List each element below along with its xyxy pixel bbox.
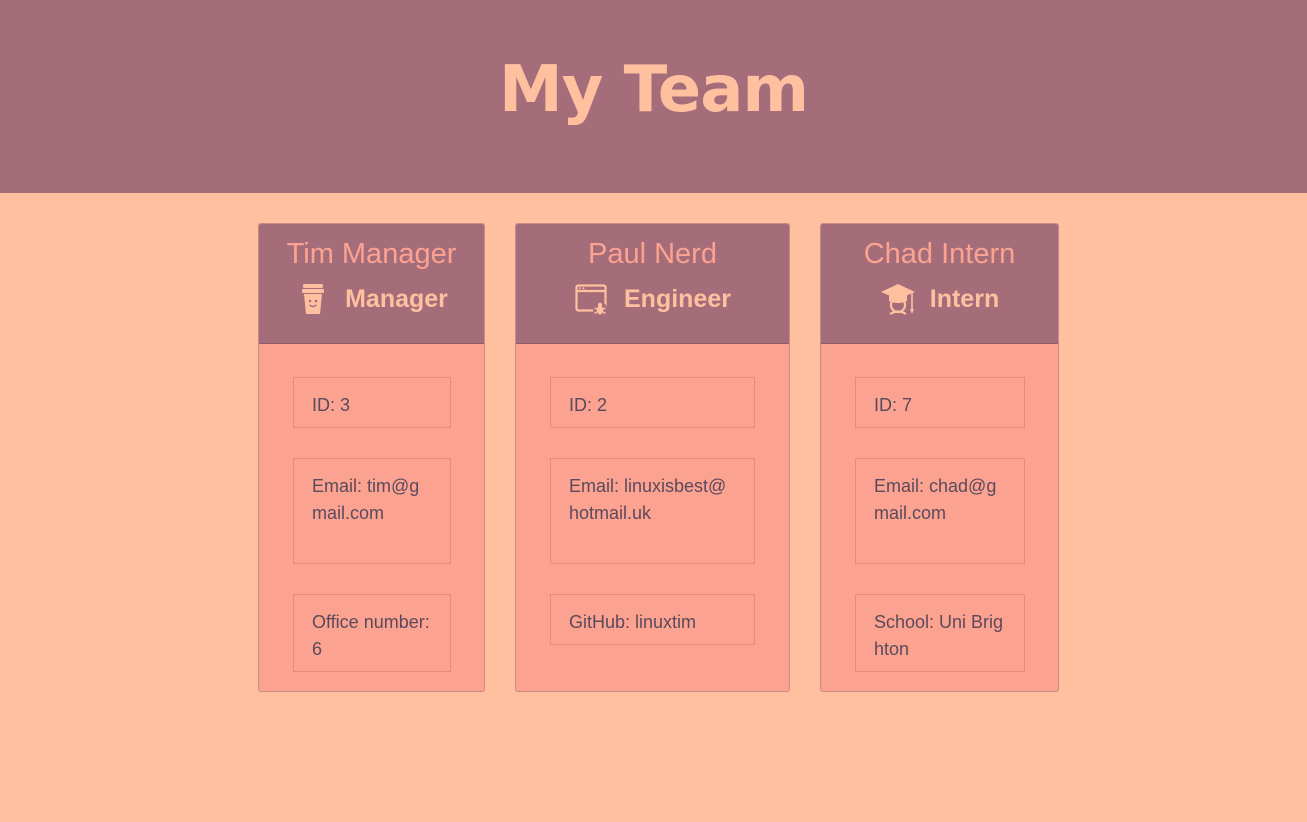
employee-card-manager: Tim Manager Manager ID: 3 Email: tim@gma… — [258, 223, 485, 692]
page-header: My Team — [0, 0, 1307, 193]
email-field: Email: tim@gmail.com — [293, 458, 451, 564]
employee-role: Engineer — [516, 281, 789, 317]
id-field: ID: 3 — [293, 377, 451, 428]
office-number-field: Office number: 6 — [293, 594, 451, 672]
employee-card-engineer: Paul Nerd Engineer ID: 2 Email: linuxisb… — [515, 223, 790, 692]
card-header: Tim Manager Manager — [259, 224, 484, 344]
card-header: Paul Nerd Engineer — [516, 224, 789, 344]
graduate-icon — [880, 281, 916, 317]
employee-role: Manager — [259, 281, 484, 317]
employee-role: Intern — [821, 281, 1058, 317]
role-label: Engineer — [624, 284, 731, 313]
role-label: Intern — [929, 284, 1000, 313]
employee-card-intern: Chad Intern Intern ID: 7 Email: chad@gma… — [820, 223, 1059, 692]
employee-name: Chad Intern — [863, 238, 1016, 270]
coffee-cup-icon — [295, 281, 331, 317]
employee-name: Tim Manager — [286, 238, 457, 270]
page-title: My Team — [498, 52, 809, 127]
github-field: GitHub: linuxtim — [550, 594, 755, 645]
role-label: Manager — [345, 284, 448, 313]
bug-window-icon — [574, 281, 610, 317]
id-field: ID: 7 — [855, 377, 1025, 428]
employee-name: Paul Nerd — [588, 238, 717, 270]
email-field: Email: chad@gmail.com — [855, 458, 1025, 564]
school-field: School: Uni Brighton — [855, 594, 1025, 672]
email-field: Email: linuxisbest@hotmail.uk — [550, 458, 755, 564]
id-field: ID: 2 — [550, 377, 755, 428]
card-header: Chad Intern Intern — [821, 224, 1058, 344]
